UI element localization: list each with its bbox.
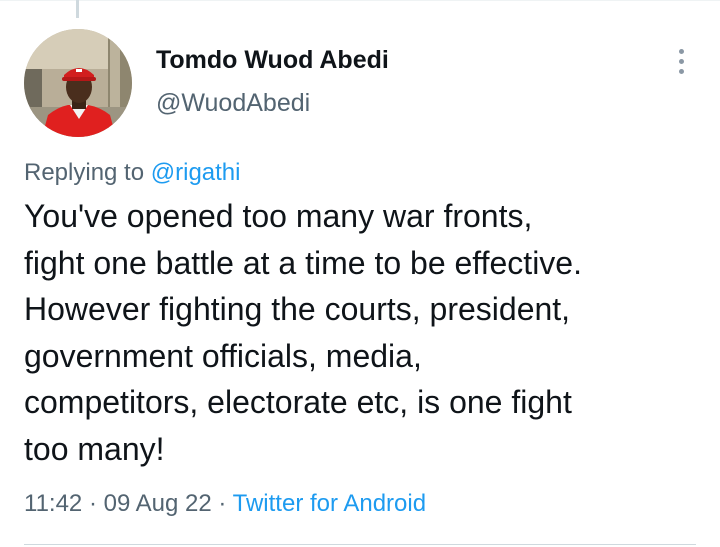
tweet-date[interactable]: 09 Aug 22 [104,490,212,517]
more-vertical-icon-dot [678,58,684,64]
profile-photo [24,29,132,137]
avatar[interactable] [24,29,132,137]
bottom-divider [24,544,696,545]
tweet-text: You've opened too many war fronts, fight… [24,193,704,472]
meta-separator: · [218,490,227,517]
reply-mention-link[interactable]: @rigathi [151,159,241,186]
tweet-time[interactable]: 11:42 [24,490,82,517]
author-display-name[interactable]: Tomdo Wuod Abedi [156,46,389,75]
tweet-text-line: competitors, electorate etc, is one figh… [24,384,572,420]
meta-separator: · [88,490,97,517]
top-divider [0,0,720,1]
tweet-text-line: fight one battle at a time to be effecti… [24,244,582,281]
author-handle[interactable]: @WuodAbedi [156,89,310,118]
tweet-text-line: You've opened too many war fronts, [24,198,533,234]
tweet-text-line: too many! [24,430,165,467]
tweet-text-line: government officials, media, [24,337,422,374]
replying-to: Replying to @rigathi [24,159,240,187]
more-vertical-icon-dot [678,68,684,74]
tweet-metadata: 11:42 · 09 Aug 22 · Twitter for Android [24,490,426,518]
more-vertical-icon [678,48,684,54]
tweet-source-link[interactable]: Twitter for Android [233,490,426,517]
tweet-text-line: However fighting the courts, president, [24,291,571,327]
thread-connector-line [76,0,79,18]
more-options-button[interactable] [668,46,694,76]
replying-to-label: Replying to [24,159,145,186]
